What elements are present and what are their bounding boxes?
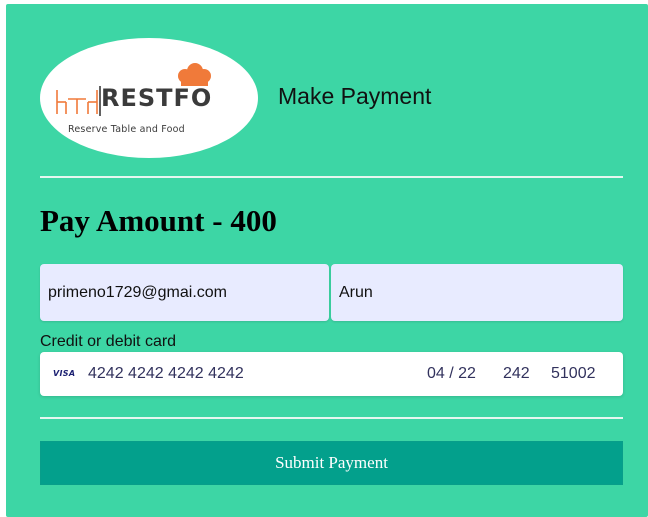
email-field[interactable] (40, 264, 329, 321)
card-number[interactable]: 4242 4242 4242 4242 (88, 365, 244, 383)
divider-top (40, 176, 623, 178)
logo-tagline: Reserve Table and Food (68, 124, 185, 135)
page-title: Make Payment (278, 83, 432, 109)
card-input[interactable]: VISA 4242 4242 4242 4242 04 / 22 242 510… (40, 352, 623, 396)
restfo-logo: RESTFO Reserve Table and Food (40, 38, 258, 158)
submit-payment-button[interactable]: Submit Payment (40, 441, 623, 485)
visa-icon: VISA (53, 369, 76, 378)
card-expiry[interactable]: 04 / 22 (427, 365, 476, 383)
payment-panel: RESTFO Reserve Table and Food Make Payme… (6, 4, 648, 517)
name-field[interactable] (331, 264, 623, 321)
card-cvc[interactable]: 242 (503, 365, 530, 383)
card-zip[interactable]: 51002 (551, 365, 596, 383)
chef-hat-icon (178, 63, 211, 86)
logo-wordmark: RESTFO (101, 84, 213, 112)
pay-amount-heading: Pay Amount - 400 (40, 203, 277, 238)
card-label: Credit or debit card (40, 333, 177, 350)
divider-bottom (40, 417, 623, 419)
